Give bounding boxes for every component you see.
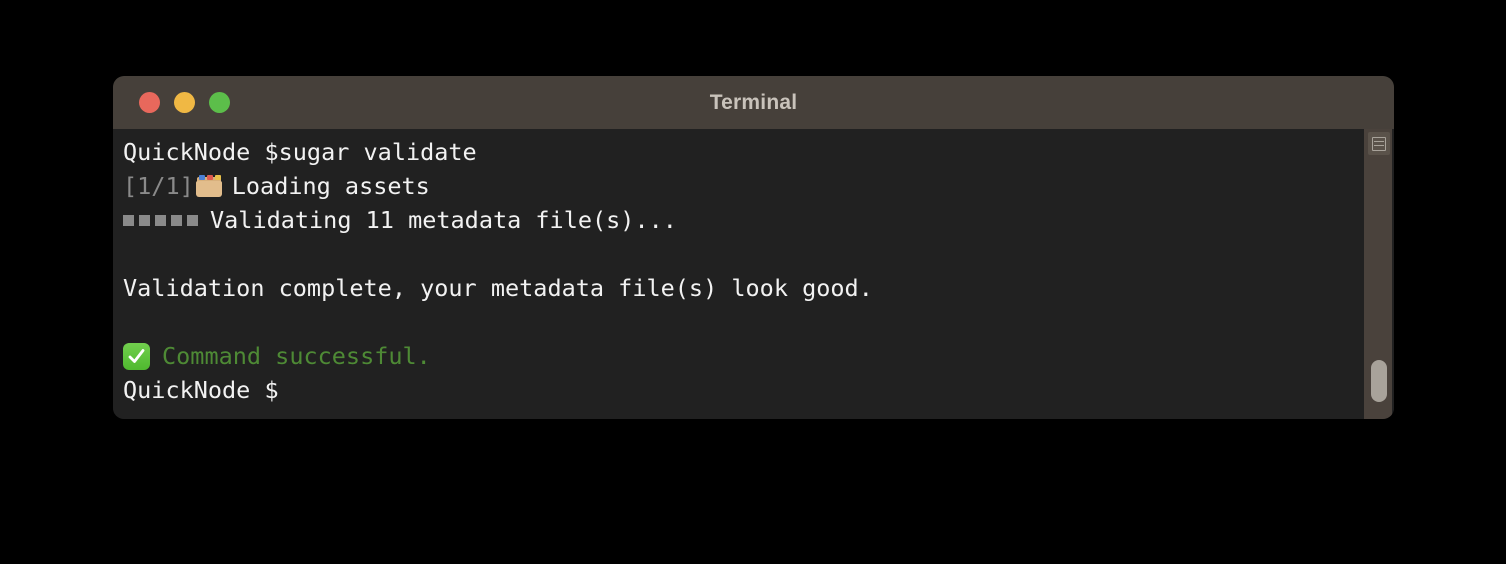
window-titlebar[interactable]: Terminal: [113, 76, 1394, 129]
progress-squares-icon: [123, 214, 198, 226]
card-index-dividers-icon: [195, 175, 222, 197]
terminal-output: QuickNode $sugar validate [1/1] Loading …: [123, 135, 1350, 407]
screen: Terminal QuickNode $sugar validate [1/1]: [0, 0, 1506, 564]
step-label: Loading assets: [231, 172, 430, 200]
command-text: QuickNode $sugar validate: [123, 138, 477, 166]
terminal-window: Terminal QuickNode $sugar validate [1/1]: [113, 76, 1394, 419]
terminal-line-loading: [1/1] Loading assets: [123, 169, 1350, 203]
check-mark-icon: [123, 342, 150, 370]
terminal-body[interactable]: QuickNode $sugar validate [1/1] Loading …: [113, 129, 1394, 419]
step-counter: [1/1]: [123, 172, 194, 200]
terminal-line-command: QuickNode $sugar validate: [123, 135, 1350, 169]
vertical-scrollbar[interactable]: [1364, 129, 1392, 419]
lines-icon[interactable]: [1368, 132, 1390, 155]
scrollbar-thumb[interactable]: [1371, 360, 1387, 402]
window-title: Terminal: [709, 91, 798, 114]
